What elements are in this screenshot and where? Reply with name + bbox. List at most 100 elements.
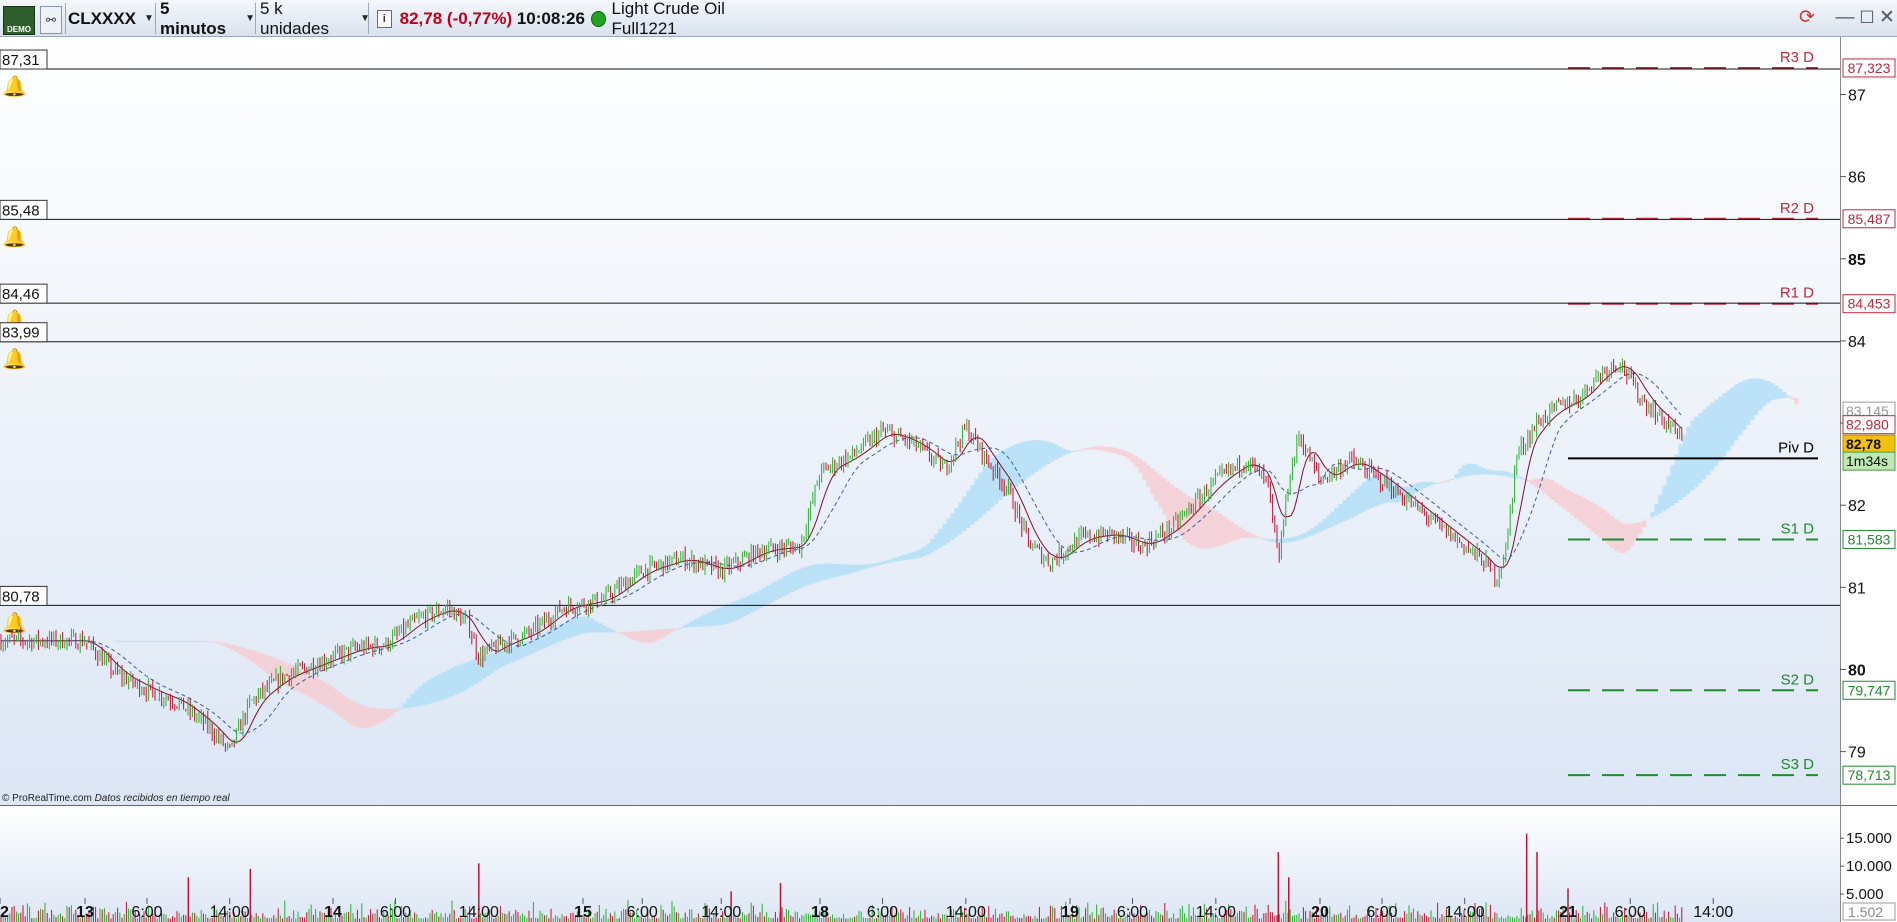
cloud-segment xyxy=(266,655,271,674)
cloud-segment xyxy=(782,576,787,597)
price-tick-label: 79 xyxy=(1848,745,1866,762)
cloud-segment xyxy=(630,631,635,640)
cloud-segment xyxy=(1570,491,1575,516)
cloud-segment xyxy=(462,663,467,691)
alert-price-label: 87,31 xyxy=(2,52,40,69)
cloud-segment xyxy=(150,640,155,642)
cloud-segment xyxy=(538,635,543,650)
price-chart[interactable]: R3 D 87,323 R2 D 85,487 R1 D 84,453 Piv D S1 D 8… xyxy=(0,37,1897,922)
cloud-segment xyxy=(1230,522,1235,542)
timeframe-selector[interactable]: 5 minutos ▼ xyxy=(160,0,255,38)
cloud-segment xyxy=(1734,384,1739,441)
cloud-segment xyxy=(870,563,875,568)
cloud-segment xyxy=(1758,378,1763,411)
time-tick-label: 21 xyxy=(1559,904,1577,921)
cloud-segment xyxy=(1630,523,1635,546)
cloud-segment xyxy=(1034,439,1039,472)
footer-credit: © ProRealTime.com Datos recibidos en tie… xyxy=(2,793,230,804)
cloud-segment xyxy=(1726,390,1731,452)
units-selector[interactable]: 5 k unidades ▼ xyxy=(260,0,370,38)
cloud-segment xyxy=(1766,381,1771,403)
volume-tick-label: 10.000 xyxy=(1846,858,1892,875)
cloud-segment xyxy=(1250,533,1255,538)
cloud-segment xyxy=(1650,511,1655,518)
cloud-segment xyxy=(426,680,431,705)
minimize-icon[interactable]: — xyxy=(1835,7,1855,29)
cloud-segment xyxy=(214,641,219,644)
cloud-segment xyxy=(978,472,983,518)
chevron-down-icon: ▼ xyxy=(144,13,154,24)
cloud-segment xyxy=(1354,489,1359,516)
cloud-segment xyxy=(874,562,879,567)
cloud-segment xyxy=(1670,465,1675,506)
cloud-segment xyxy=(610,629,615,633)
cloud-segment xyxy=(1474,464,1479,475)
cloud-segment xyxy=(1754,378,1759,415)
cloud-segment xyxy=(322,681,327,706)
cloud-segment xyxy=(930,539,935,553)
demo-icon[interactable]: DEMO xyxy=(3,6,35,35)
cloud-segment xyxy=(1614,519,1619,551)
cloud-segment xyxy=(1338,504,1343,524)
cloud-segment xyxy=(1618,521,1623,553)
cloud-segment xyxy=(1534,478,1539,488)
instrument-label: CLXXXX xyxy=(68,8,137,28)
cloud-segment xyxy=(182,640,187,642)
cloud-segment xyxy=(1042,440,1047,467)
cloud-segment xyxy=(774,580,779,601)
cloud-segment xyxy=(986,462,991,511)
refresh-icon[interactable]: ⟳ xyxy=(1797,7,1817,29)
cloud-segment xyxy=(1290,537,1295,542)
cloud-segment xyxy=(1750,378,1755,420)
cloud-segment xyxy=(1138,458,1143,473)
cloud-segment xyxy=(1150,468,1155,494)
cloud-segment xyxy=(1610,516,1615,549)
cloud-segment xyxy=(1458,468,1463,478)
cloud-segment xyxy=(1622,523,1627,553)
time-tick-label: 14:00 xyxy=(459,904,499,921)
close-icon[interactable]: ✕ xyxy=(1877,7,1897,29)
cloud-segment xyxy=(202,640,207,642)
cloud-segment xyxy=(1254,535,1259,538)
cloud-segment xyxy=(118,640,123,642)
cloud-segment xyxy=(1106,446,1111,452)
cloud-segment xyxy=(1038,440,1043,470)
cloud-segment xyxy=(814,564,819,583)
price-tick-label: 87 xyxy=(1848,87,1866,104)
pivot-level-name: R2 D xyxy=(1780,200,1814,217)
cloud-segment xyxy=(470,659,475,687)
cloud-segment xyxy=(634,631,639,641)
cloud-segment xyxy=(330,686,335,711)
time-tick-label: 14 xyxy=(324,904,342,921)
cloud-segment xyxy=(490,653,495,674)
info-icon[interactable]: i xyxy=(377,9,392,28)
cloud-segment xyxy=(514,645,519,661)
cloud-segment xyxy=(1154,471,1159,501)
cloud-segment xyxy=(1086,447,1091,450)
cloud-segment xyxy=(434,675,439,702)
cloud-segment xyxy=(710,610,715,627)
cloud-segment xyxy=(682,625,687,628)
cloud-segment xyxy=(1330,511,1335,527)
time-tick-label: 14:00 xyxy=(1196,904,1236,921)
instrument-selector[interactable]: CLXXXX ▼ xyxy=(68,4,156,33)
cloud-segment xyxy=(594,620,599,633)
maximize-icon[interactable]: ☐ xyxy=(1857,7,1877,29)
cloud-segment xyxy=(1790,397,1795,400)
cloud-segment xyxy=(1098,446,1103,451)
cloud-segment xyxy=(334,689,339,714)
link-icon[interactable]: ⚯ xyxy=(40,6,62,34)
cloud-segment xyxy=(414,689,419,707)
cloud-segment xyxy=(454,666,459,695)
cloud-segment xyxy=(606,627,611,633)
cloud-segment xyxy=(786,574,791,595)
cloud-segment xyxy=(766,585,771,605)
cloud-segment xyxy=(402,703,407,709)
cloud-segment xyxy=(1794,398,1799,405)
demo-label: DEMO xyxy=(7,25,31,34)
cloud-segment xyxy=(702,614,707,627)
cloud-segment xyxy=(566,620,571,639)
cloud-segment xyxy=(206,641,211,643)
cloud-segment xyxy=(1074,450,1079,452)
cloud-segment xyxy=(1162,478,1167,515)
